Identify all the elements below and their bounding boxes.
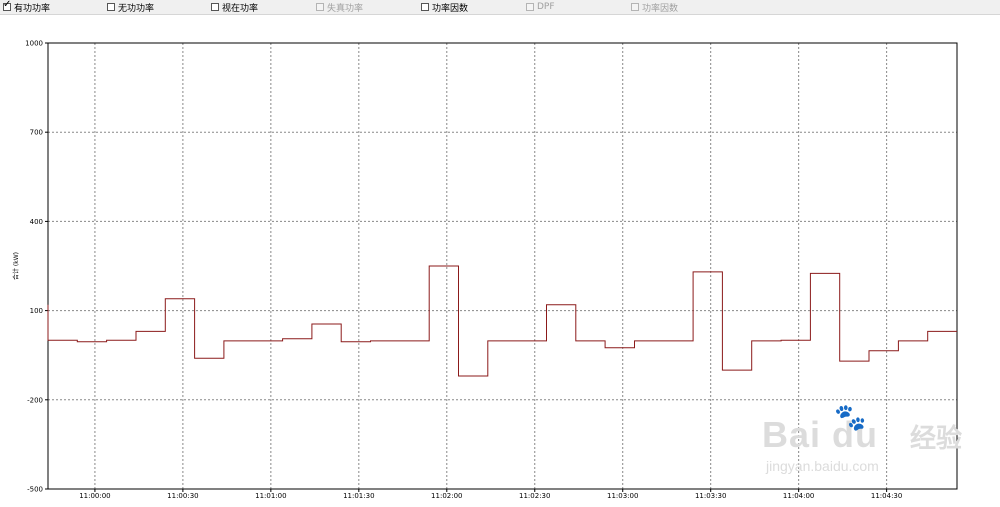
paw-icon: 🐾 bbox=[834, 402, 867, 432]
x-tick-label: 11:03:00 bbox=[607, 492, 638, 500]
x-tick-label: 11:01:00 bbox=[255, 492, 286, 500]
y-tick-label: 1000 bbox=[25, 40, 43, 48]
x-tick-label: 11:03:30 bbox=[695, 492, 726, 500]
watermark-url: jingyan.baidu.com bbox=[766, 458, 879, 474]
x-axis-ticks: 11:00:00 11:00:30 11:01:00 11:01:30 11:02:00… bbox=[79, 489, 902, 500]
x-tick-label: 11:00:30 bbox=[167, 492, 198, 500]
x-tick-label: 11:04:00 bbox=[783, 492, 814, 500]
y-axis-label: 合计 (kW) bbox=[12, 252, 20, 280]
y-tick-label: 100 bbox=[30, 307, 43, 315]
y-tick-label: 700 bbox=[30, 129, 43, 137]
y-tick-label: -200 bbox=[27, 396, 43, 404]
y-axis-ticks: 1000 700 400 100 -200 -500 bbox=[25, 40, 48, 494]
baidu-watermark: Bai du 🐾 经验 jingyan.baidu.com bbox=[762, 402, 992, 486]
x-tick-label: 11:02:30 bbox=[519, 492, 550, 500]
active-power-line bbox=[47, 265, 957, 377]
x-tick-label: 11:00:00 bbox=[79, 492, 110, 500]
x-tick-label: 11:01:30 bbox=[343, 492, 374, 500]
watermark-cn: 经验 bbox=[910, 423, 963, 453]
y-tick-label: 400 bbox=[30, 218, 43, 226]
x-tick-label: 11:04:30 bbox=[871, 492, 902, 500]
y-tick-label: -500 bbox=[27, 486, 43, 494]
x-tick-label: 11:02:00 bbox=[431, 492, 462, 500]
